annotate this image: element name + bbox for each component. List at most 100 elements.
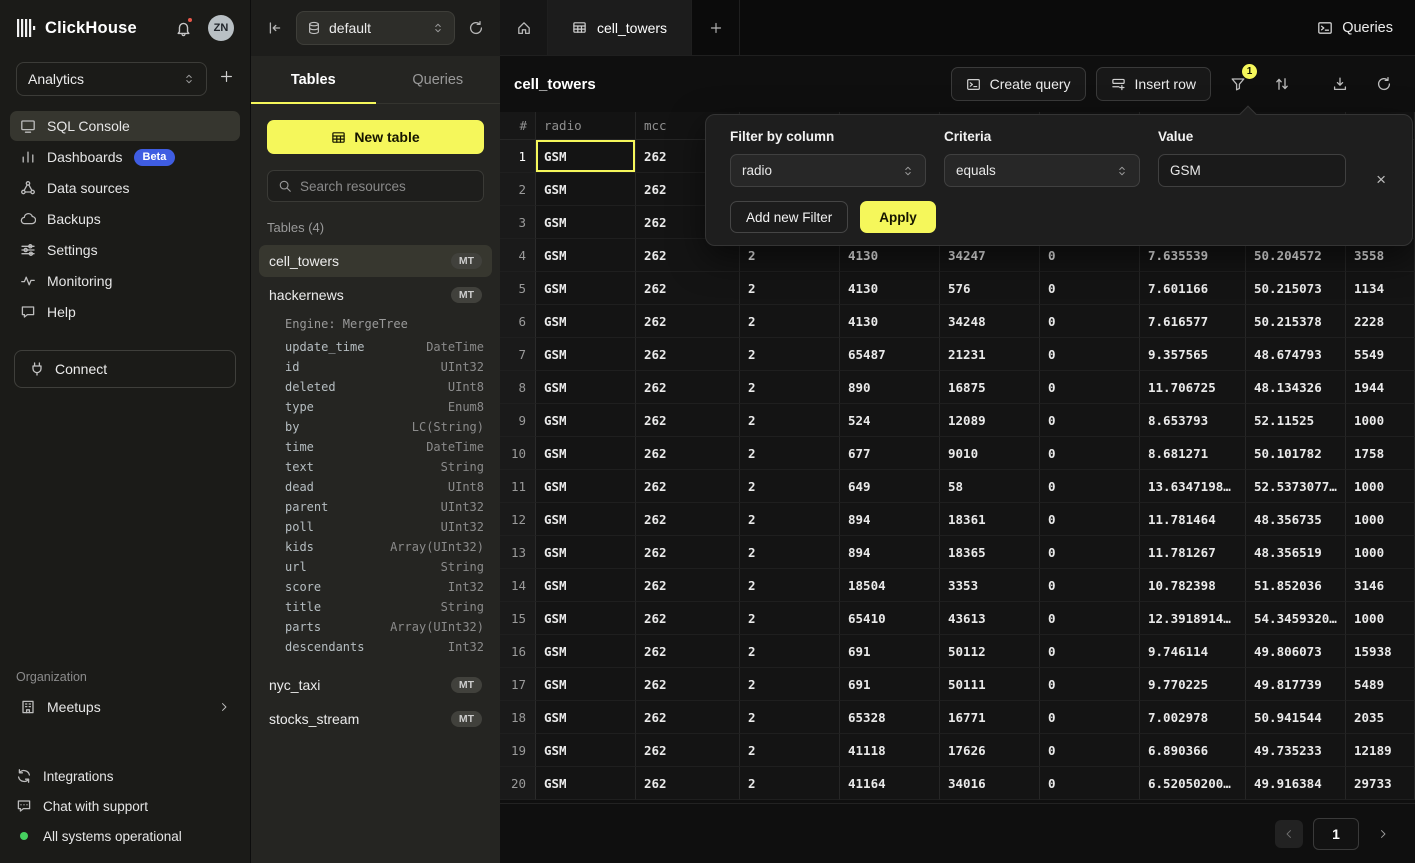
table-cell[interactable]: 0 [1040,371,1140,404]
table-cell[interactable]: GSM [536,668,636,701]
sidebar-item-backups[interactable]: Backups [10,204,240,234]
table-cell[interactable]: 58 [940,470,1040,503]
table-cell[interactable]: 50.101782 [1246,437,1346,470]
table-cell[interactable]: 2 [740,503,840,536]
table-cell[interactable]: 2 [740,404,840,437]
download-button[interactable] [1323,67,1357,101]
table-cell[interactable]: GSM [536,272,636,305]
table-cell[interactable]: GSM [536,338,636,371]
table-cell[interactable]: GSM [536,305,636,338]
table-cell[interactable]: 9.746114 [1140,635,1246,668]
row-number[interactable]: 10 [500,437,536,470]
table-cell[interactable]: 1944 [1346,371,1415,404]
row-number[interactable]: 11 [500,470,536,503]
table-cell[interactable]: 262 [636,767,740,800]
table-cell[interactable]: 12089 [940,404,1040,437]
table-cell[interactable]: GSM [536,734,636,767]
table-cell[interactable]: 4130 [840,272,940,305]
table-cell[interactable]: GSM [536,437,636,470]
table-cell[interactable]: 0 [1040,305,1140,338]
home-tab[interactable] [500,0,548,55]
table-cell[interactable]: 2 [740,437,840,470]
filter-value-input[interactable] [1158,154,1346,187]
row-number[interactable]: 13 [500,536,536,569]
table-cell[interactable]: 54.3459320… [1246,602,1346,635]
sidebar-item-data-sources[interactable]: Data sources [10,173,240,203]
table-cell[interactable]: 9.357565 [1140,338,1246,371]
table-cell[interactable]: 1134 [1346,272,1415,305]
table-cell[interactable]: 49.735233 [1246,734,1346,767]
table-cell[interactable]: 16875 [940,371,1040,404]
table-cell[interactable]: GSM [536,701,636,734]
table-cell[interactable]: 2 [740,635,840,668]
table-cell[interactable]: 890 [840,371,940,404]
row-number[interactable]: 18 [500,701,536,734]
table-cell[interactable]: 262 [636,701,740,734]
create-query-button[interactable]: Create query [951,67,1086,101]
table-cell[interactable]: 49.806073 [1246,635,1346,668]
table-cell[interactable]: GSM [536,635,636,668]
database-select[interactable]: default [296,11,455,45]
workspace-select[interactable]: Analytics [16,62,207,96]
table-cell[interactable]: 262 [636,470,740,503]
row-number[interactable]: 17 [500,668,536,701]
column-header[interactable]: # [500,112,536,139]
search-input[interactable] [300,179,473,194]
table-cell[interactable]: 1758 [1346,437,1415,470]
sort-button[interactable] [1265,67,1299,101]
table-cell[interactable]: 0 [1040,536,1140,569]
table-cell[interactable]: 2 [740,767,840,800]
table-cell[interactable]: 262 [636,503,740,536]
prev-page-button[interactable] [1275,820,1303,848]
row-number[interactable]: 5 [500,272,536,305]
row-number[interactable]: 14 [500,569,536,602]
table-cell[interactable]: 0 [1040,602,1140,635]
table-item-nyc-taxi[interactable]: nyc_taxiMT [259,669,492,701]
row-number[interactable]: 1 [500,140,536,173]
row-number[interactable]: 16 [500,635,536,668]
queries-button[interactable]: Queries [1295,0,1415,55]
notifications-button[interactable] [173,18,193,38]
tab-cell-towers[interactable]: cell_towers [548,0,692,55]
column-header[interactable]: radio [536,112,636,139]
table-cell[interactable]: 7.616577 [1140,305,1246,338]
table-cell[interactable]: 48.356735 [1246,503,1346,536]
sidebar-item-settings[interactable]: Settings [10,235,240,265]
table-cell[interactable]: GSM [536,140,636,173]
table-cell[interactable]: 2 [740,668,840,701]
table-cell[interactable]: 0 [1040,338,1140,371]
row-number[interactable]: 9 [500,404,536,437]
sidebar-item-meetups[interactable]: Meetups [10,692,240,722]
table-cell[interactable]: 262 [636,371,740,404]
tab-queries[interactable]: Queries [376,56,501,103]
sidebar-footer-chat-with-support[interactable]: Chat with support [0,791,250,821]
table-cell[interactable]: 262 [636,734,740,767]
table-cell[interactable]: 677 [840,437,940,470]
row-number[interactable]: 7 [500,338,536,371]
table-cell[interactable]: 29733 [1346,767,1415,800]
table-cell[interactable]: GSM [536,503,636,536]
table-cell[interactable]: 262 [636,404,740,437]
table-cell[interactable]: 5549 [1346,338,1415,371]
table-cell[interactable]: 4130 [840,305,940,338]
table-cell[interactable]: 50.215378 [1246,305,1346,338]
filter-criteria-select[interactable]: equals [944,154,1140,187]
filter-button[interactable]: 1 [1221,67,1255,101]
sidebar-item-help[interactable]: Help [10,297,240,327]
table-cell[interactable]: GSM [536,404,636,437]
table-cell[interactable]: 12.3918914… [1140,602,1246,635]
table-cell[interactable]: 0 [1040,635,1140,668]
table-cell[interactable]: 262 [636,536,740,569]
table-cell[interactable]: 2 [740,305,840,338]
table-cell[interactable]: 13.6347198… [1140,470,1246,503]
table-cell[interactable]: 576 [940,272,1040,305]
table-cell[interactable]: 50.215073 [1246,272,1346,305]
table-item-cell-towers[interactable]: cell_towersMT [259,245,492,277]
table-cell[interactable]: 18504 [840,569,940,602]
table-cell[interactable]: 49.817739 [1246,668,1346,701]
table-cell[interactable]: GSM [536,602,636,635]
table-cell[interactable]: 0 [1040,437,1140,470]
table-cell[interactable]: 262 [636,635,740,668]
collapse-panel-button[interactable] [264,17,286,39]
table-cell[interactable]: GSM [536,536,636,569]
